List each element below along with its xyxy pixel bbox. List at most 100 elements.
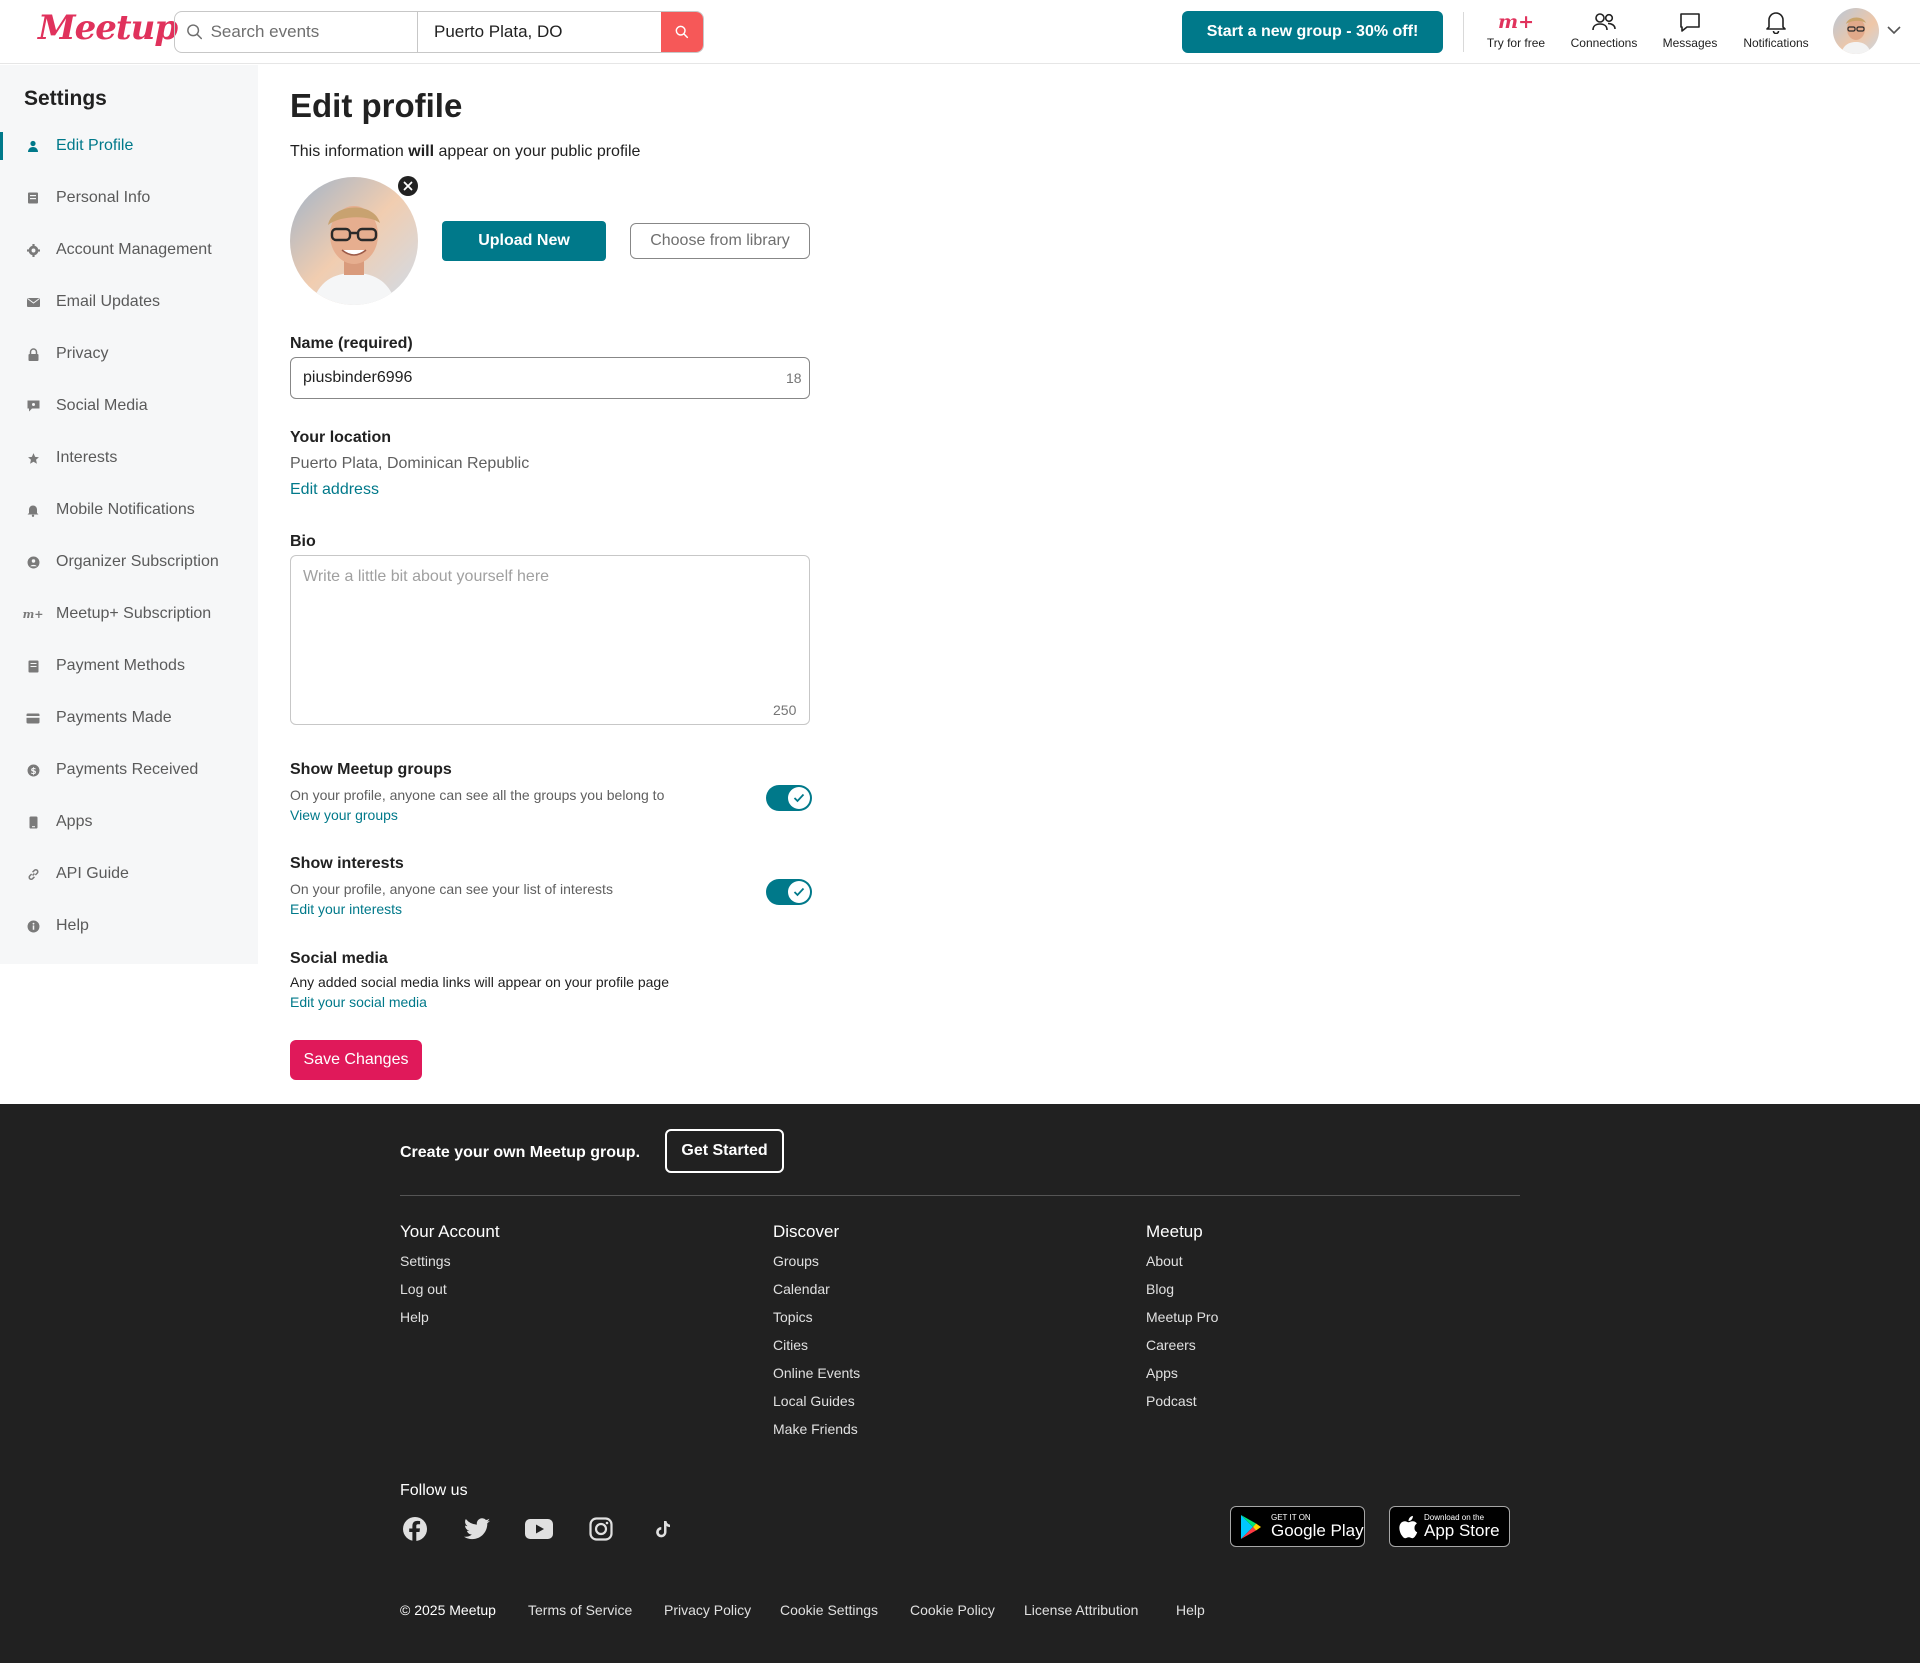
sidebar-item-mobile-notifications[interactable]: Mobile Notifications	[0, 490, 258, 530]
tiktok-icon[interactable]	[649, 1515, 677, 1543]
google-play-badge[interactable]: GET IT ON Google Play	[1230, 1506, 1365, 1547]
badge-icon	[26, 555, 40, 569]
search-button[interactable]	[661, 12, 703, 52]
sidebar-item-payment-methods[interactable]: Payment Methods	[0, 646, 258, 686]
footer-column-your-account: Your Account Settings Log out Help	[400, 1222, 500, 1336]
sidebar-item-personal-info[interactable]: Personal Info	[0, 178, 258, 218]
show-groups-toggle[interactable]	[766, 785, 812, 811]
facebook-icon[interactable]	[401, 1515, 429, 1543]
name-field[interactable]	[290, 357, 810, 399]
bell-icon	[1766, 12, 1786, 34]
edit-interests-link[interactable]: Edit your interests	[290, 901, 402, 917]
footer-column-discover: Discover Groups Calendar Topics Cities O…	[773, 1222, 860, 1448]
sidebar-item-organizer-subscription[interactable]: Organizer Subscription	[0, 542, 258, 582]
upload-new-button[interactable]: Upload New	[442, 221, 606, 261]
nav-connections-label: Connections	[1570, 36, 1638, 50]
nav-notifications[interactable]: Notifications	[1734, 8, 1818, 56]
social-media-label: Social media	[290, 950, 388, 967]
bio-label: Bio	[290, 533, 316, 550]
header-divider	[1463, 12, 1464, 52]
footer-link[interactable]: Settings	[400, 1252, 500, 1280]
edit-address-link[interactable]: Edit address	[290, 481, 379, 499]
license-attribution-link[interactable]: License Attribution	[1024, 1602, 1138, 1618]
sidebar-item-label: Mobile Notifications	[56, 501, 195, 518]
instagram-icon[interactable]	[587, 1515, 615, 1543]
sidebar-item-payments-received[interactable]: $ Payments Received	[0, 750, 258, 790]
sidebar-item-interests[interactable]: Interests	[0, 438, 258, 478]
sidebar-item-api-guide[interactable]: API Guide	[0, 854, 258, 894]
footer-link[interactable]: About	[1146, 1252, 1218, 1280]
show-groups-description: On your profile, anyone can see all the …	[290, 787, 665, 803]
footer-link[interactable]: Careers	[1146, 1336, 1218, 1364]
nav-connections[interactable]: Connections	[1562, 8, 1646, 56]
sidebar-item-edit-profile[interactable]: Edit Profile	[0, 126, 258, 166]
footer-column-title: Discover	[773, 1222, 840, 1241]
view-groups-link[interactable]: View your groups	[290, 807, 398, 823]
envelope-icon	[26, 295, 40, 309]
apple-icon	[1399, 1515, 1418, 1538]
footer-column-meetup: Meetup About Blog Meetup Pro Careers App…	[1146, 1222, 1218, 1420]
edit-social-media-link[interactable]: Edit your social media	[290, 994, 427, 1010]
footer-link[interactable]: Online Events	[773, 1364, 860, 1392]
toggle-knob	[788, 881, 810, 903]
user-avatar[interactable]	[1833, 8, 1879, 54]
sidebar-item-label: Edit Profile	[56, 137, 134, 154]
privacy-policy-link[interactable]: Privacy Policy	[664, 1602, 751, 1618]
meetup-logo[interactable]: Meetup	[38, 8, 178, 48]
save-changes-button[interactable]: Save Changes	[290, 1040, 422, 1080]
show-interests-toggle[interactable]	[766, 879, 812, 905]
location-input[interactable]	[434, 22, 661, 42]
sidebar-item-social-media[interactable]: Social Media	[0, 386, 258, 426]
footer-link[interactable]: Podcast	[1146, 1392, 1218, 1420]
footer-link[interactable]: Log out	[400, 1280, 500, 1308]
nav-notifications-label: Notifications	[1743, 36, 1809, 50]
app-store-text: App Store	[1424, 1520, 1500, 1540]
coin-icon: $	[26, 763, 40, 777]
cookie-settings-link[interactable]: Cookie Settings	[780, 1602, 878, 1618]
search-input[interactable]	[210, 22, 417, 42]
remove-photo-button[interactable]	[398, 176, 418, 196]
footer-link[interactable]: Groups	[773, 1252, 860, 1280]
footer-link[interactable]: Help	[400, 1308, 500, 1336]
sidebar-item-privacy[interactable]: Privacy	[0, 334, 258, 374]
sidebar-item-payments-made[interactable]: Payments Made	[0, 698, 258, 738]
profile-photo-image	[290, 177, 418, 305]
app-store-badge[interactable]: Download on the App Store	[1389, 1506, 1510, 1547]
id-card-icon	[26, 191, 40, 205]
footer-link[interactable]: Topics	[773, 1308, 860, 1336]
toggle-knob	[788, 787, 810, 809]
copyright-text: © 2025 Meetup	[400, 1602, 496, 1618]
cookie-policy-link[interactable]: Cookie Policy	[910, 1602, 995, 1618]
svg-text:$: $	[30, 766, 36, 776]
search-events-field[interactable]	[175, 12, 418, 52]
footer-help-link[interactable]: Help	[1176, 1602, 1205, 1618]
terms-link[interactable]: Terms of Service	[528, 1602, 632, 1618]
footer-link[interactable]: Make Friends	[773, 1420, 860, 1448]
choose-from-library-button[interactable]: Choose from library	[630, 223, 810, 259]
nav-try-for-free[interactable]: m+ Try for free	[1478, 8, 1554, 56]
sidebar-item-email-updates[interactable]: Email Updates	[0, 282, 258, 322]
footer-link[interactable]: Apps	[1146, 1364, 1218, 1392]
footer-link[interactable]: Calendar	[773, 1280, 860, 1308]
sidebar-item-label: Email Updates	[56, 293, 161, 310]
twitter-icon[interactable]	[463, 1515, 491, 1543]
location-field[interactable]	[418, 12, 661, 52]
bio-char-counter: 250	[773, 702, 797, 718]
youtube-icon[interactable]	[525, 1515, 553, 1543]
phone-icon	[26, 815, 40, 829]
footer-link[interactable]: Local Guides	[773, 1392, 860, 1420]
search-icon	[187, 24, 203, 40]
footer-link[interactable]: Blog	[1146, 1280, 1218, 1308]
sidebar-item-account-management[interactable]: Account Management	[0, 230, 258, 270]
get-started-button[interactable]: Get Started	[665, 1129, 784, 1173]
bio-textarea[interactable]	[290, 555, 810, 725]
sidebar-item-apps[interactable]: Apps	[0, 802, 258, 842]
chevron-down-icon[interactable]	[1886, 22, 1902, 38]
nav-messages[interactable]: Messages	[1654, 8, 1726, 56]
people-icon	[1592, 13, 1616, 31]
sidebar-item-help[interactable]: Help	[0, 906, 258, 946]
footer-link[interactable]: Cities	[773, 1336, 860, 1364]
sidebar-item-meetup-plus-subscription[interactable]: m+ Meetup+ Subscription	[0, 594, 258, 634]
footer-link[interactable]: Meetup Pro	[1146, 1308, 1218, 1336]
start-group-button[interactable]: Start a new group - 30% off!	[1182, 11, 1443, 53]
